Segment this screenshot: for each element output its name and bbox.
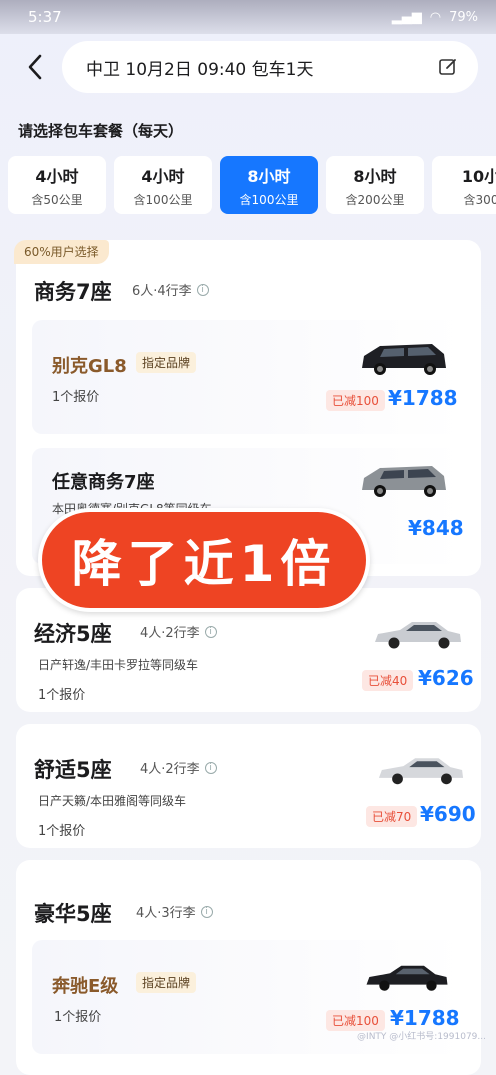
info-icon[interactable]: i <box>196 283 209 296</box>
package-option[interactable]: 8小时 含200公里 <box>326 156 424 214</box>
vehicle-group-title: 经济5座 <box>34 622 112 646</box>
brand-tag: 指定品牌 <box>136 972 197 993</box>
package-selector: 4小时 含50公里 4小时 含100公里 8小时 含100公里 8小时 含200… <box>8 156 496 216</box>
package-option[interactable]: 4小时 含50公里 <box>8 156 106 214</box>
package-hours: 8小时 <box>353 166 397 186</box>
watermark: @INTY @小红书号:1991079... <box>357 1032 486 1042</box>
discount-badge: 已减70 <box>366 806 418 827</box>
signal-icon: ▂▄▆ <box>391 9 422 25</box>
info-icon[interactable]: i <box>200 905 213 918</box>
vehicle-option-gl8[interactable]: 别克GL8 指定品牌 1个报价 已减100 ¥1788 <box>32 320 464 434</box>
battery-level: 79% <box>449 9 478 25</box>
package-hours: 8小时 <box>247 166 291 186</box>
back-button[interactable] <box>20 47 50 87</box>
status-time: 5:37 <box>28 8 62 26</box>
package-distance: 含100公里 <box>133 192 193 207</box>
vehicle-group-capacity: 4人·2行李 i <box>140 758 217 777</box>
wifi-icon: ◠ <box>429 9 442 25</box>
vehicle-group-desc: 日产轩逸/丰田卡罗拉等同级车 <box>38 658 199 672</box>
vehicle-group-title: 舒适5座 <box>34 758 112 782</box>
quote-count: 1个报价 <box>52 390 100 405</box>
price: ¥626 <box>418 666 474 690</box>
package-hours: 4小时 <box>141 166 185 186</box>
price: ¥1788 <box>388 386 458 410</box>
vehicle-group-capacity: 4人·2行李 i <box>140 622 217 641</box>
vehicle-option-title: 任意商务7座 <box>52 472 155 493</box>
vehicle-option-title: 奔驰E级 <box>52 976 119 997</box>
discount-badge: 已减40 <box>362 670 414 691</box>
sedan-car-image <box>366 965 448 991</box>
vehicle-group-title: 商务7座 <box>34 280 112 304</box>
vehicle-group-title: 豪华5座 <box>34 902 112 926</box>
popular-badge: 60%用户选择 <box>14 240 109 264</box>
package-option[interactable]: 10小 含300 <box>432 156 496 214</box>
info-icon[interactable]: i <box>204 625 217 638</box>
package-section-title: 请选择包车套餐（每天） <box>18 122 184 140</box>
package-hours: 10小 <box>461 166 496 186</box>
capacity-text: 6人·4行李 <box>132 284 192 299</box>
quote-count: 1个报价 <box>38 824 86 839</box>
discount-badge: 已减100 <box>326 1010 385 1031</box>
quote-count: 1个报价 <box>38 688 86 703</box>
trip-summary-text: 中卫 10月2日 09:40 包车1天 <box>86 59 314 80</box>
package-distance: 含300 <box>463 192 496 207</box>
trip-summary[interactable]: 中卫 10月2日 09:40 包车1天 <box>62 41 478 93</box>
vehicle-group-capacity: 4人·3行李 i <box>136 902 213 921</box>
status-icons: ▂▄▆ ◠ 79% <box>392 10 478 25</box>
package-hours: 4小时 <box>35 166 79 186</box>
discount-badge: 已减100 <box>326 390 385 411</box>
quote-count: 1个报价 <box>54 1010 102 1025</box>
capacity-text: 4人·2行李 <box>140 626 200 641</box>
vehicle-group-comfort5[interactable]: 舒适5座 4人·2行李 i 日产天籁/本田雅阁等同级车 1个报价 已减70 ¥6… <box>16 724 481 848</box>
brand-tag: 指定品牌 <box>136 352 197 373</box>
price: ¥848 <box>408 516 464 540</box>
package-distance: 含100公里 <box>239 192 299 207</box>
package-distance: 含200公里 <box>345 192 405 207</box>
sedan-car-image <box>375 622 461 649</box>
package-option[interactable]: 4小时 含100公里 <box>114 156 212 214</box>
vehicle-option-title: 别克GL8 <box>52 356 127 377</box>
chevron-left-icon <box>28 54 42 80</box>
package-distance: 含50公里 <box>31 192 83 207</box>
mpv-car-image <box>362 344 446 375</box>
price: ¥690 <box>420 802 476 826</box>
capacity-text: 4人·2行李 <box>140 762 200 777</box>
info-icon[interactable]: i <box>204 761 217 774</box>
header: 中卫 10月2日 09:40 包车1天 <box>0 34 496 100</box>
mpv-car-image <box>362 466 446 497</box>
status-bar: 5:37 ▂▄▆ ◠ 79% <box>0 0 496 34</box>
promo-sticker: 降了近1倍 <box>38 508 370 612</box>
capacity-text: 4人·3行李 <box>136 906 196 921</box>
sedan-car-image <box>378 758 464 785</box>
vehicle-group-desc: 日产天籁/本田雅阁等同级车 <box>38 794 187 808</box>
price: ¥1788 <box>390 1006 460 1030</box>
vehicle-group-capacity: 6人·4行李 i <box>132 280 209 299</box>
package-option-selected[interactable]: 8小时 含100公里 <box>220 156 318 214</box>
edit-icon[interactable] <box>438 57 458 77</box>
